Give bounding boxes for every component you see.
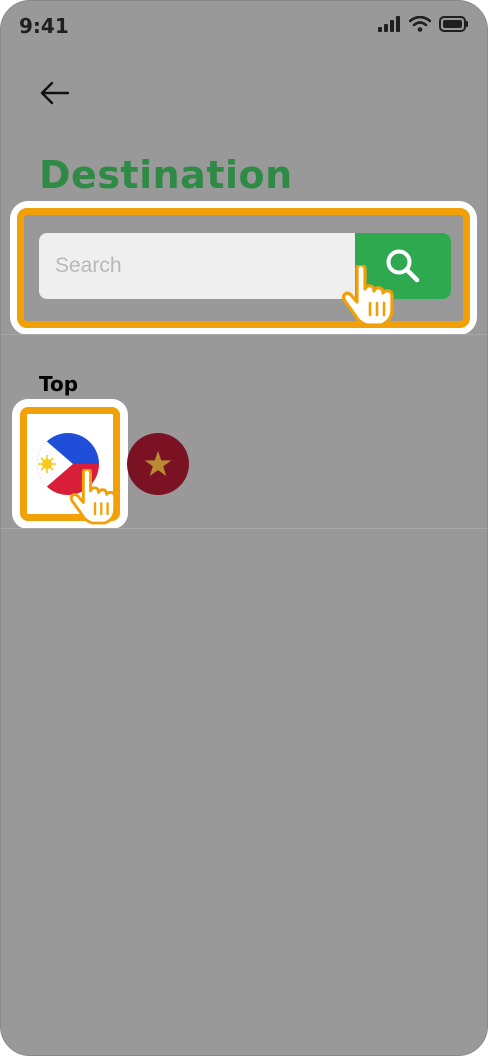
status-bar: 9:41 — [1, 1, 487, 53]
search-input[interactable] — [39, 233, 354, 299]
tap-hand-icon — [69, 469, 117, 525]
page-title: Destination — [39, 153, 293, 197]
destination-vietnam[interactable] — [127, 433, 189, 495]
vietnam-flag-icon — [127, 433, 189, 495]
divider — [1, 528, 487, 529]
battery-icon — [439, 16, 468, 32]
back-arrow-icon — [40, 81, 70, 105]
status-time: 9:41 — [19, 14, 69, 38]
back-button[interactable] — [37, 75, 73, 111]
status-icons — [377, 16, 469, 32]
section-title-top: Top — [39, 372, 79, 396]
divider — [1, 334, 487, 335]
tap-hand-icon — [341, 265, 394, 327]
cellular-signal-icon — [378, 16, 400, 32]
phone-screen: 9:41 Destination Search Top — [0, 0, 488, 1056]
wifi-icon — [409, 16, 431, 32]
